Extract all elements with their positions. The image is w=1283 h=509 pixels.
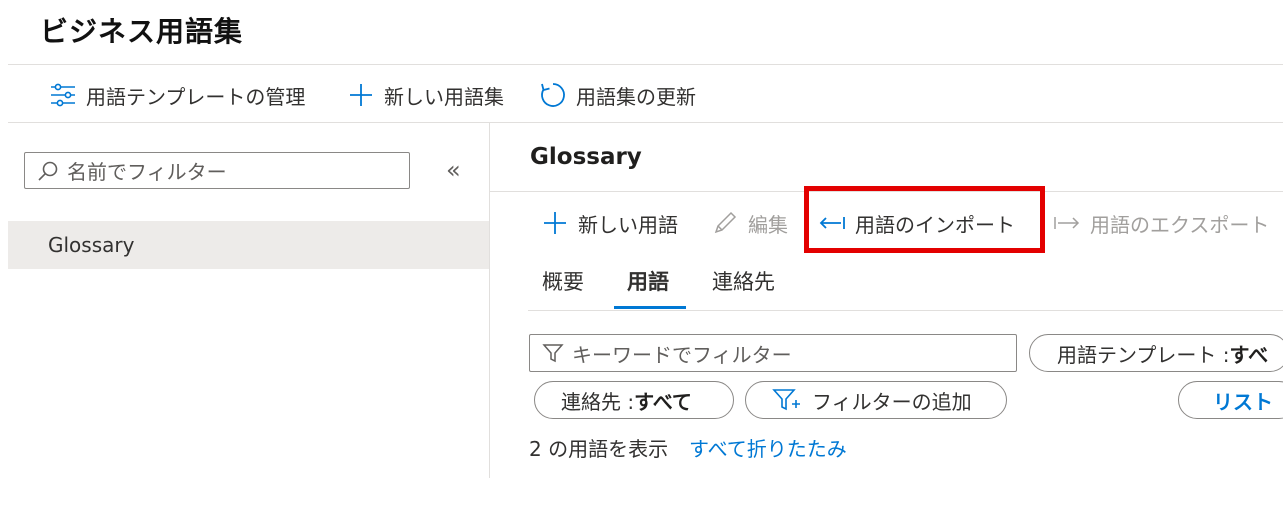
header-divider xyxy=(8,64,1283,65)
keyword-filter-input[interactable]: キーワードでフィルター xyxy=(529,334,1017,372)
contact-filter-value: すべて xyxy=(634,389,692,414)
add-filter-icon xyxy=(772,387,802,413)
add-filter-button[interactable]: フィルターの追加 xyxy=(745,381,1007,419)
tab-overview[interactable]: 概要 xyxy=(542,266,584,296)
tab-terms[interactable]: 用語 xyxy=(627,266,669,296)
sidebar-item-glossary[interactable]: Glossary xyxy=(8,221,489,269)
refresh-icon xyxy=(538,80,568,110)
funnel-icon xyxy=(542,342,564,364)
plus-icon xyxy=(540,208,570,238)
collapse-pane-button[interactable]: « xyxy=(446,156,461,184)
template-filter-pill[interactable]: 用語テンプレート : すべ xyxy=(1029,334,1283,372)
template-filter-label: 用語テンプレート : xyxy=(1057,342,1230,367)
toolbar-divider xyxy=(8,122,1283,123)
export-terms-label: 用語のエクスポート xyxy=(1090,212,1270,237)
template-filter-value: すべ xyxy=(1229,342,1269,367)
contact-filter-pill[interactable]: 連絡先 : すべて xyxy=(534,381,734,419)
add-filter-label: フィルターの追加 xyxy=(812,389,972,414)
new-term-button[interactable]: 新しい用語 xyxy=(540,208,678,238)
pane-divider xyxy=(489,123,490,478)
refresh-glossary-label: 用語集の更新 xyxy=(576,84,696,109)
collapse-all-link[interactable]: すべて折りたたみ xyxy=(689,433,847,462)
export-arrow-icon xyxy=(1052,208,1082,238)
new-glossary-button[interactable]: 新しい用語集 xyxy=(346,80,504,110)
term-count-text: 2 の用語を表示 xyxy=(529,437,669,461)
list-view-label: リスト xyxy=(1213,389,1273,414)
new-glossary-label: 新しい用語集 xyxy=(384,84,504,109)
active-tab-indicator xyxy=(614,306,686,309)
plus-icon xyxy=(346,80,376,110)
edit-label: 編集 xyxy=(748,212,788,237)
refresh-glossary-button[interactable]: 用語集の更新 xyxy=(538,80,696,110)
tab-contacts[interactable]: 連絡先 xyxy=(712,266,775,296)
sidebar-filter-input[interactable]: 名前でフィルター xyxy=(24,152,410,189)
sidebar-filter-placeholder: 名前でフィルター xyxy=(67,160,227,184)
list-view-button[interactable]: リスト xyxy=(1178,381,1283,419)
search-icon xyxy=(37,160,59,182)
manage-templates-button[interactable]: 用語テンプレートの管理 xyxy=(48,80,305,110)
keyword-filter-placeholder: キーワードでフィルター xyxy=(572,342,792,367)
page-title: ビジネス用語集 xyxy=(40,15,244,48)
tabs-divider xyxy=(528,310,1283,311)
manage-templates-label: 用語テンプレートの管理 xyxy=(86,84,306,109)
pencil-icon xyxy=(710,208,740,238)
sliders-icon xyxy=(48,80,78,110)
new-term-label: 新しい用語 xyxy=(578,212,678,237)
export-terms-button[interactable]: 用語のエクスポート xyxy=(1052,208,1269,238)
edit-button[interactable]: 編集 xyxy=(710,208,788,238)
glossary-heading: Glossary xyxy=(530,144,642,170)
contact-filter-label: 連絡先 : xyxy=(561,389,635,414)
import-highlight-box xyxy=(804,186,1045,253)
sidebar-item-label: Glossary xyxy=(48,233,135,257)
